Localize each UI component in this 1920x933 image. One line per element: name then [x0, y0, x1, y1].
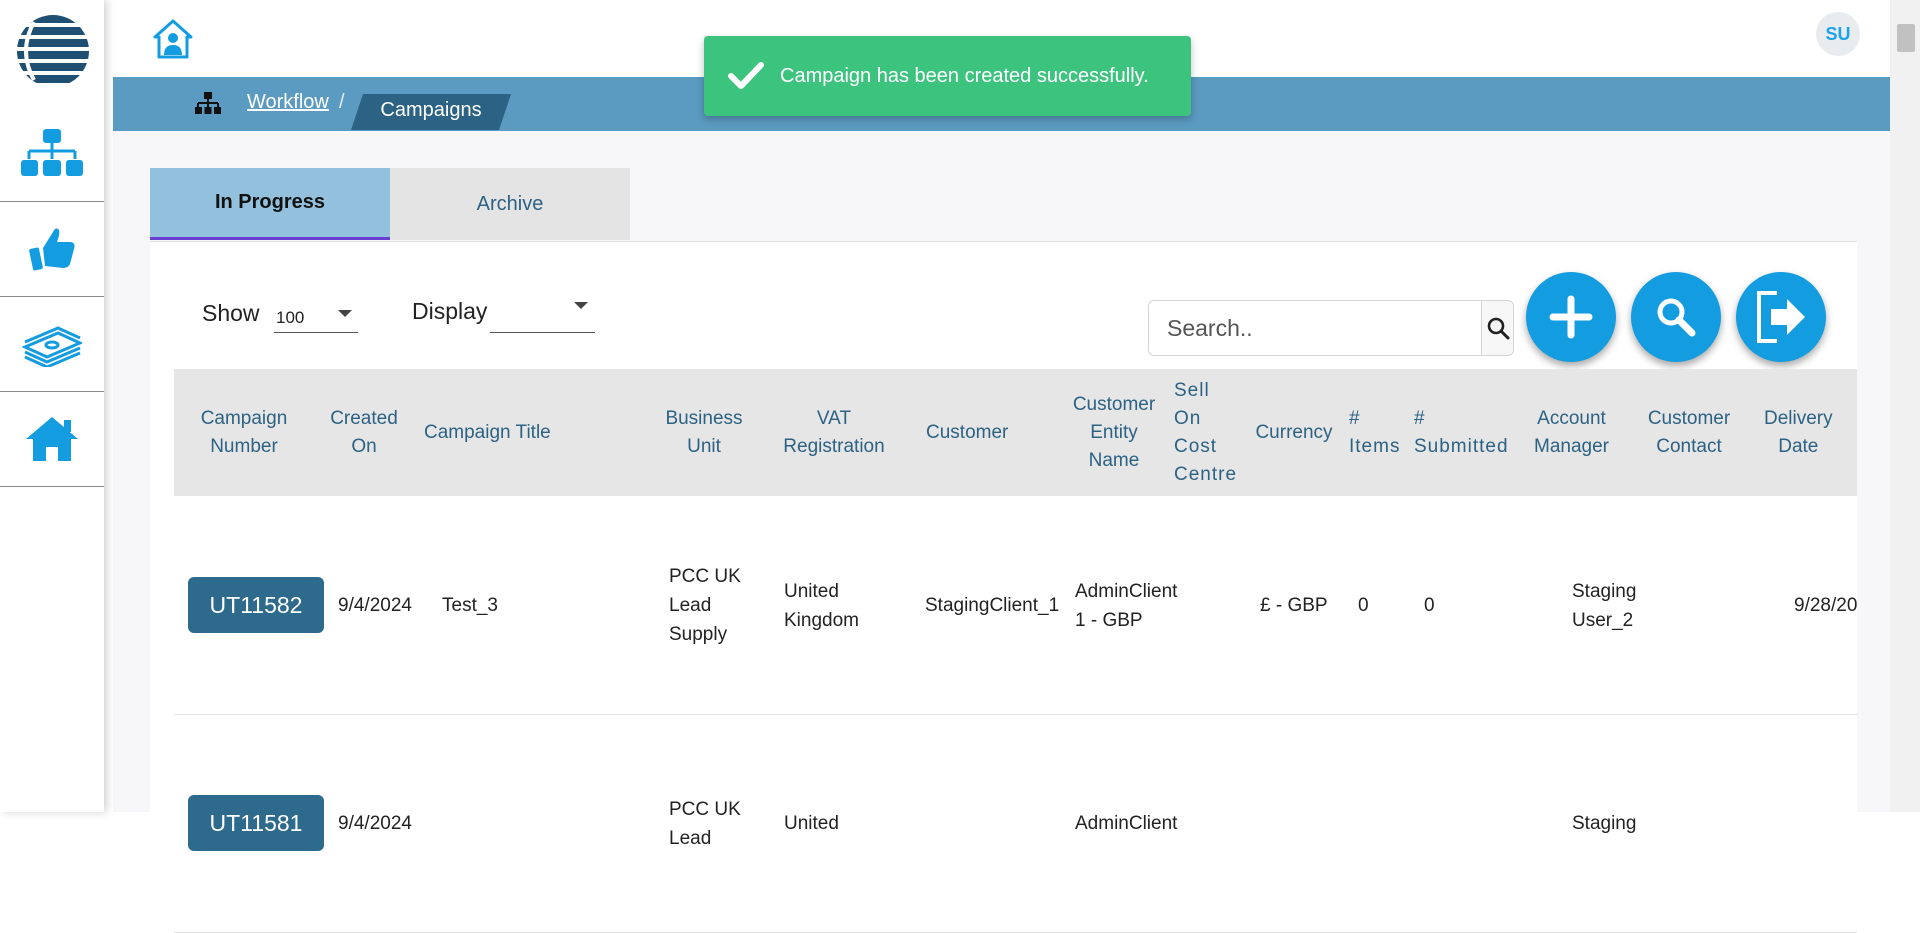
caret-down-icon [338, 310, 352, 317]
tab-in-progress[interactable]: In Progress [150, 168, 390, 240]
business-unit-cell: PCC UK Lead [669, 798, 741, 849]
column-header[interactable]: Sell On Cost Centre [1174, 369, 1244, 496]
business-unit-cell: PCC UK Lead Supply [669, 566, 741, 645]
show-label: Show [202, 300, 260, 326]
scrollbar-thumb[interactable] [1897, 24, 1915, 52]
hierarchy-icon [21, 129, 83, 176]
currency-cell: £ - GBP [1260, 595, 1328, 616]
sidebar-item-approvals[interactable] [0, 202, 104, 297]
table-row: UT11582 9/4/2024 Test_3 PCC UK Lead Supp… [174, 497, 1857, 715]
column-header[interactable]: Customer Entity Name [1064, 369, 1164, 496]
column-header[interactable]: Created On [314, 369, 414, 496]
search-button[interactable] [1481, 301, 1513, 355]
sign-out-icon [1757, 291, 1805, 343]
account-manager-cell: Staging [1572, 813, 1637, 834]
checkmark-icon [728, 62, 764, 89]
submitted-cell: 0 [1424, 595, 1435, 616]
search-icon [1487, 317, 1509, 340]
sitemap-icon [195, 92, 221, 114]
created-on-cell: 9/4/2024 [338, 813, 412, 834]
breadcrumb-current: Campaigns [351, 94, 511, 130]
success-toast: Campaign has been created successfully. [704, 36, 1191, 116]
plus-icon [1549, 295, 1593, 339]
search-box [1148, 300, 1514, 356]
account-manager-cell: Staging User_2 [1572, 580, 1637, 631]
campaigns-content: Show 100 Display Search.. Campaign Numbe… [150, 241, 1857, 933]
customer-entity-cell: AdminClient 1 - GBP [1075, 580, 1178, 631]
breadcrumb-separator: / [339, 91, 345, 113]
advanced-search-button[interactable] [1631, 272, 1721, 362]
page-size-select[interactable]: 100 [274, 298, 358, 333]
created-on-cell: 9/4/2024 [338, 595, 412, 616]
money-stack-icon [22, 326, 82, 367]
campaign-number-button[interactable]: UT11581 [188, 795, 324, 851]
globe-logo [17, 15, 89, 87]
house-user-icon[interactable] [152, 18, 194, 60]
magnifier-icon [1657, 298, 1696, 337]
display-select[interactable] [490, 298, 595, 333]
campaign-title-cell: Test_3 [442, 595, 498, 616]
table-row: UT11581 9/4/2024 PCC UK Lead United Admi… [174, 715, 1857, 933]
vat-registration-cell: United Kingdom [784, 580, 859, 631]
column-header[interactable]: Customer Contact [1634, 369, 1744, 496]
add-campaign-button[interactable] [1526, 272, 1616, 362]
sidebar-item-workflow[interactable] [0, 107, 104, 202]
column-header[interactable]: Business Unit [654, 369, 754, 496]
thumbs-up-icon [29, 228, 75, 271]
main-panel: In Progress Archive Show 100 Display Sea… [113, 131, 1897, 933]
breadcrumb-workflow-link[interactable]: Workflow [247, 91, 329, 114]
sidebar [0, 0, 104, 812]
table-header: Campaign Number Created On Campaign Titl… [174, 369, 1857, 496]
column-header[interactable]: # Items [1349, 369, 1399, 496]
campaign-number-button[interactable]: UT11582 [188, 577, 324, 633]
column-header[interactable]: Campaign Number [174, 369, 314, 496]
toast-message: Campaign has been created successfully. [780, 64, 1149, 87]
page-size-value: 100 [276, 308, 305, 327]
page-scrollbar[interactable] [1890, 0, 1920, 812]
column-header[interactable]: Account Manager [1524, 369, 1619, 496]
column-header[interactable]: Delivery Date [1764, 369, 1874, 496]
sidebar-item-home[interactable] [0, 392, 104, 487]
column-header[interactable]: # Submitted [1414, 369, 1524, 496]
customer-entity-cell: AdminClient [1075, 813, 1178, 834]
column-header[interactable]: Currency [1244, 369, 1344, 496]
sidebar-item-finance[interactable] [0, 297, 104, 392]
export-button[interactable] [1736, 272, 1826, 362]
avatar[interactable]: SU [1816, 12, 1860, 56]
search-input[interactable] [1149, 301, 1481, 355]
column-header[interactable]: Customer [902, 369, 1052, 496]
display-label: Display [412, 298, 488, 324]
home-icon [26, 417, 78, 461]
caret-down-icon [574, 302, 588, 309]
column-header[interactable]: VAT Registration [774, 369, 894, 496]
tab-bar: In Progress Archive [150, 168, 630, 240]
items-cell: 0 [1358, 595, 1369, 616]
vat-registration-cell: United [784, 813, 839, 834]
column-header[interactable]: Campaign Title [424, 369, 574, 496]
tab-archive[interactable]: Archive [390, 168, 630, 240]
customer-cell: StagingClient_1 [925, 595, 1060, 616]
delivery-date-cell: 9/28/20 [1794, 595, 1858, 616]
